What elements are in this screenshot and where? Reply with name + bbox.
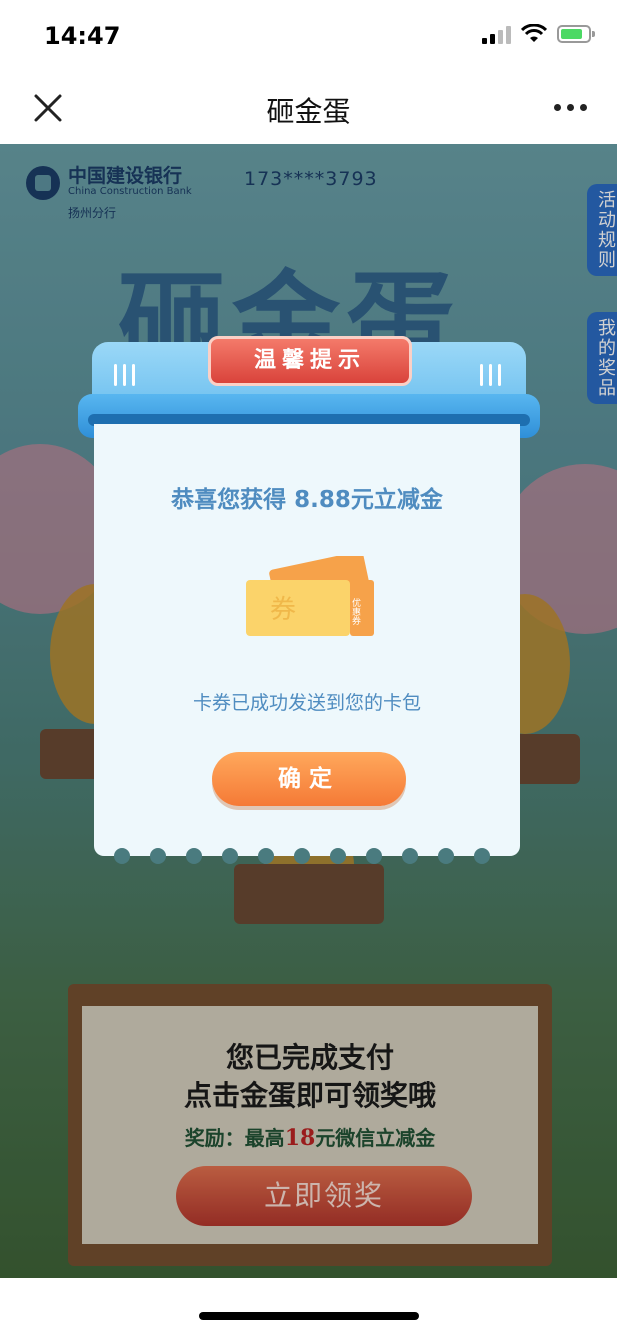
status-bar: 14:47 <box>0 0 617 72</box>
svg-text:优惠券: 优惠券 <box>350 597 361 626</box>
signal-icon <box>482 24 511 44</box>
home-indicator[interactable] <box>199 1312 419 1320</box>
coupon-icon: 券 优惠券 <box>246 556 374 636</box>
svg-text:券: 券 <box>270 595 296 625</box>
header-lines-right <box>480 364 501 386</box>
more-icon[interactable] <box>554 104 587 111</box>
modal-tag: 温馨提示 <box>208 336 412 386</box>
status-time: 14:47 <box>44 22 121 50</box>
congrats-text: 恭喜您获得 8.88元立减金 <box>171 487 443 513</box>
nav-bar: 砸金蛋 <box>0 72 617 144</box>
status-icons <box>482 24 595 44</box>
battery-icon <box>557 25 595 43</box>
confirm-button[interactable]: 确定 <box>212 752 406 806</box>
modal-scallop-edge <box>94 848 520 866</box>
nav-title: 砸金蛋 <box>266 95 351 128</box>
wifi-icon <box>521 24 547 42</box>
header-lines-left <box>114 364 135 386</box>
info-board: 您已完成支付 点击金蛋即可领奖哦 奖励：最高18元微信立减金 立即领奖 <box>68 984 552 1266</box>
board-dim <box>68 984 552 1266</box>
delivered-text: 卡券已成功发送到您的卡包 <box>192 692 421 714</box>
